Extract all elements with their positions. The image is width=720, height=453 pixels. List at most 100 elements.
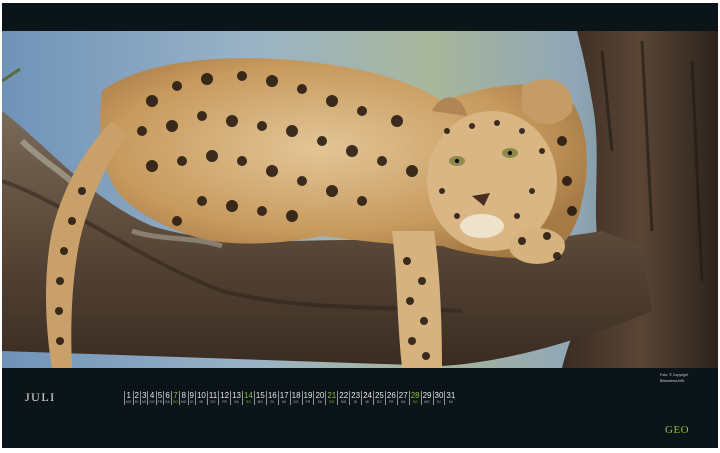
weekday-abbr: MI <box>365 400 370 404</box>
weekday-abbr: MI <box>142 400 147 404</box>
day-number: 19 <box>303 391 313 400</box>
day-cell: 27 SA <box>396 391 409 405</box>
day-number: 13 <box>232 391 241 400</box>
day-number: 24 <box>363 391 372 400</box>
day-number: 28 <box>410 391 420 400</box>
caption-line: Bildunterschrift <box>660 379 684 383</box>
day-cell: 13 SA <box>230 391 242 405</box>
leopard-image <box>2 31 718 368</box>
day-cell: 20 SA <box>313 391 325 405</box>
weekday-abbr: SO <box>329 400 335 404</box>
day-number: 7 <box>173 391 178 400</box>
day-cell: 8 MO <box>178 391 188 405</box>
weekday-abbr: SA <box>234 400 239 404</box>
day-cell: 4 DO <box>147 391 155 405</box>
calendar-footer: JULI 1 MO 2 DI 3 MI 4 DO 5 FR 6 SA 7 SO 8 MO 9 DI 10 MI 11 DO… <box>2 368 718 448</box>
day-cell: 17 MI <box>277 391 290 405</box>
day-cell: 6 SA <box>163 391 171 405</box>
geo-logo: GEO <box>665 424 690 436</box>
day-number: 9 <box>189 391 194 400</box>
day-number: 4 <box>149 391 155 400</box>
day-number: 3 <box>142 391 147 400</box>
day-number: 29 <box>422 391 432 400</box>
day-cell: 2 DI <box>132 391 140 405</box>
day-number: 27 <box>398 391 408 400</box>
day-cell: 7 SO <box>170 391 179 405</box>
weekday-abbr: MO <box>340 400 347 404</box>
weekday-abbr: MI <box>282 400 287 404</box>
weekday-abbr: MO <box>424 400 430 404</box>
day-cell: 24 MI <box>361 391 373 405</box>
weekday-abbr: SA <box>400 400 406 404</box>
day-number: 17 <box>279 391 289 400</box>
day-cell: 5 FR <box>155 391 164 405</box>
day-cell: 18 DO <box>289 391 302 405</box>
day-number: 26 <box>386 391 396 400</box>
weekday-abbr: DI <box>353 400 358 404</box>
weekday-abbr: DI <box>134 400 139 404</box>
weekday-abbr: FR <box>157 400 163 404</box>
day-cell: 31 MI <box>444 391 456 405</box>
day-number: 14 <box>244 391 253 400</box>
weekday-abbr: SO <box>245 400 251 404</box>
day-number: 6 <box>165 391 170 400</box>
weekday-abbr: FR <box>222 400 227 404</box>
day-number: 11 <box>208 391 218 400</box>
day-number: 31 <box>446 391 456 400</box>
weekday-abbr: SO <box>412 400 418 404</box>
weekday-abbr: MO <box>257 400 264 404</box>
weekday-abbr: SO <box>172 400 178 404</box>
weekday-abbr: FR <box>389 400 394 404</box>
day-cell: 16 DI <box>265 391 278 405</box>
day-cell: 23 DI <box>349 391 361 405</box>
day-number: 18 <box>291 391 301 400</box>
day-cell: 30 DI <box>432 391 445 405</box>
day-cell: 3 MI <box>140 391 147 405</box>
day-number: 2 <box>134 391 139 400</box>
day-cell: 11 DO <box>206 391 218 405</box>
day-cell: 28 SO <box>408 391 421 405</box>
day-number: 1 <box>126 391 131 400</box>
day-cell: 1 MO <box>124 391 133 405</box>
weekday-abbr: SA <box>165 400 170 404</box>
day-number: 10 <box>196 391 206 400</box>
day-cell: 29 MO <box>420 391 433 405</box>
weekday-abbr: DI <box>270 400 275 404</box>
calendar-page: JULI 1 MO 2 DI 3 MI 4 DO 5 FR 6 SA 7 SO 8 MO 9 DI 10 MI 11 DO… <box>2 3 718 448</box>
day-number: 21 <box>327 391 337 400</box>
day-number: 20 <box>315 391 325 400</box>
day-number: 22 <box>339 391 349 400</box>
day-cell: 9 DI <box>187 391 195 405</box>
weekday-abbr: DI <box>437 400 441 404</box>
day-cell: 12 FR <box>218 391 230 405</box>
day-cell: 10 MI <box>194 391 207 405</box>
day-number: 16 <box>267 391 277 400</box>
weekday-abbr: MI <box>448 400 453 404</box>
weekday-abbr: FR <box>305 400 311 404</box>
day-number: 25 <box>374 391 384 400</box>
weekday-abbr: MO <box>126 400 132 404</box>
leopard-photo <box>2 31 718 368</box>
weekday-abbr: MI <box>199 400 204 404</box>
day-cell: 25 DO <box>372 391 385 405</box>
day-strip: 1 MO 2 DI 3 MI 4 DO 5 FR 6 SA 7 SO 8 MO 9 DI 10 MI 11 DO 12 FR 1… <box>124 391 456 405</box>
day-number: 12 <box>220 391 230 400</box>
day-number: 5 <box>157 391 163 400</box>
weekday-abbr: DO <box>149 400 155 404</box>
day-cell: 21 SO <box>325 391 337 405</box>
day-cell: 22 MO <box>337 391 349 405</box>
month-label: JULI <box>25 390 56 404</box>
weekday-abbr: DI <box>189 400 194 404</box>
weekday-abbr: SA <box>317 400 323 404</box>
weekday-abbr: MO <box>180 400 187 404</box>
day-number: 15 <box>255 391 265 400</box>
day-cell: 19 FR <box>301 391 314 405</box>
day-number: 8 <box>181 391 186 400</box>
weekday-abbr: DO <box>293 400 299 404</box>
day-cell: 14 SO <box>242 391 254 405</box>
day-cell: 26 FR <box>384 391 397 405</box>
weekday-abbr: DO <box>376 400 383 404</box>
day-cell: 15 MO <box>253 391 266 405</box>
day-number: 30 <box>434 391 444 400</box>
day-number: 23 <box>351 391 361 400</box>
